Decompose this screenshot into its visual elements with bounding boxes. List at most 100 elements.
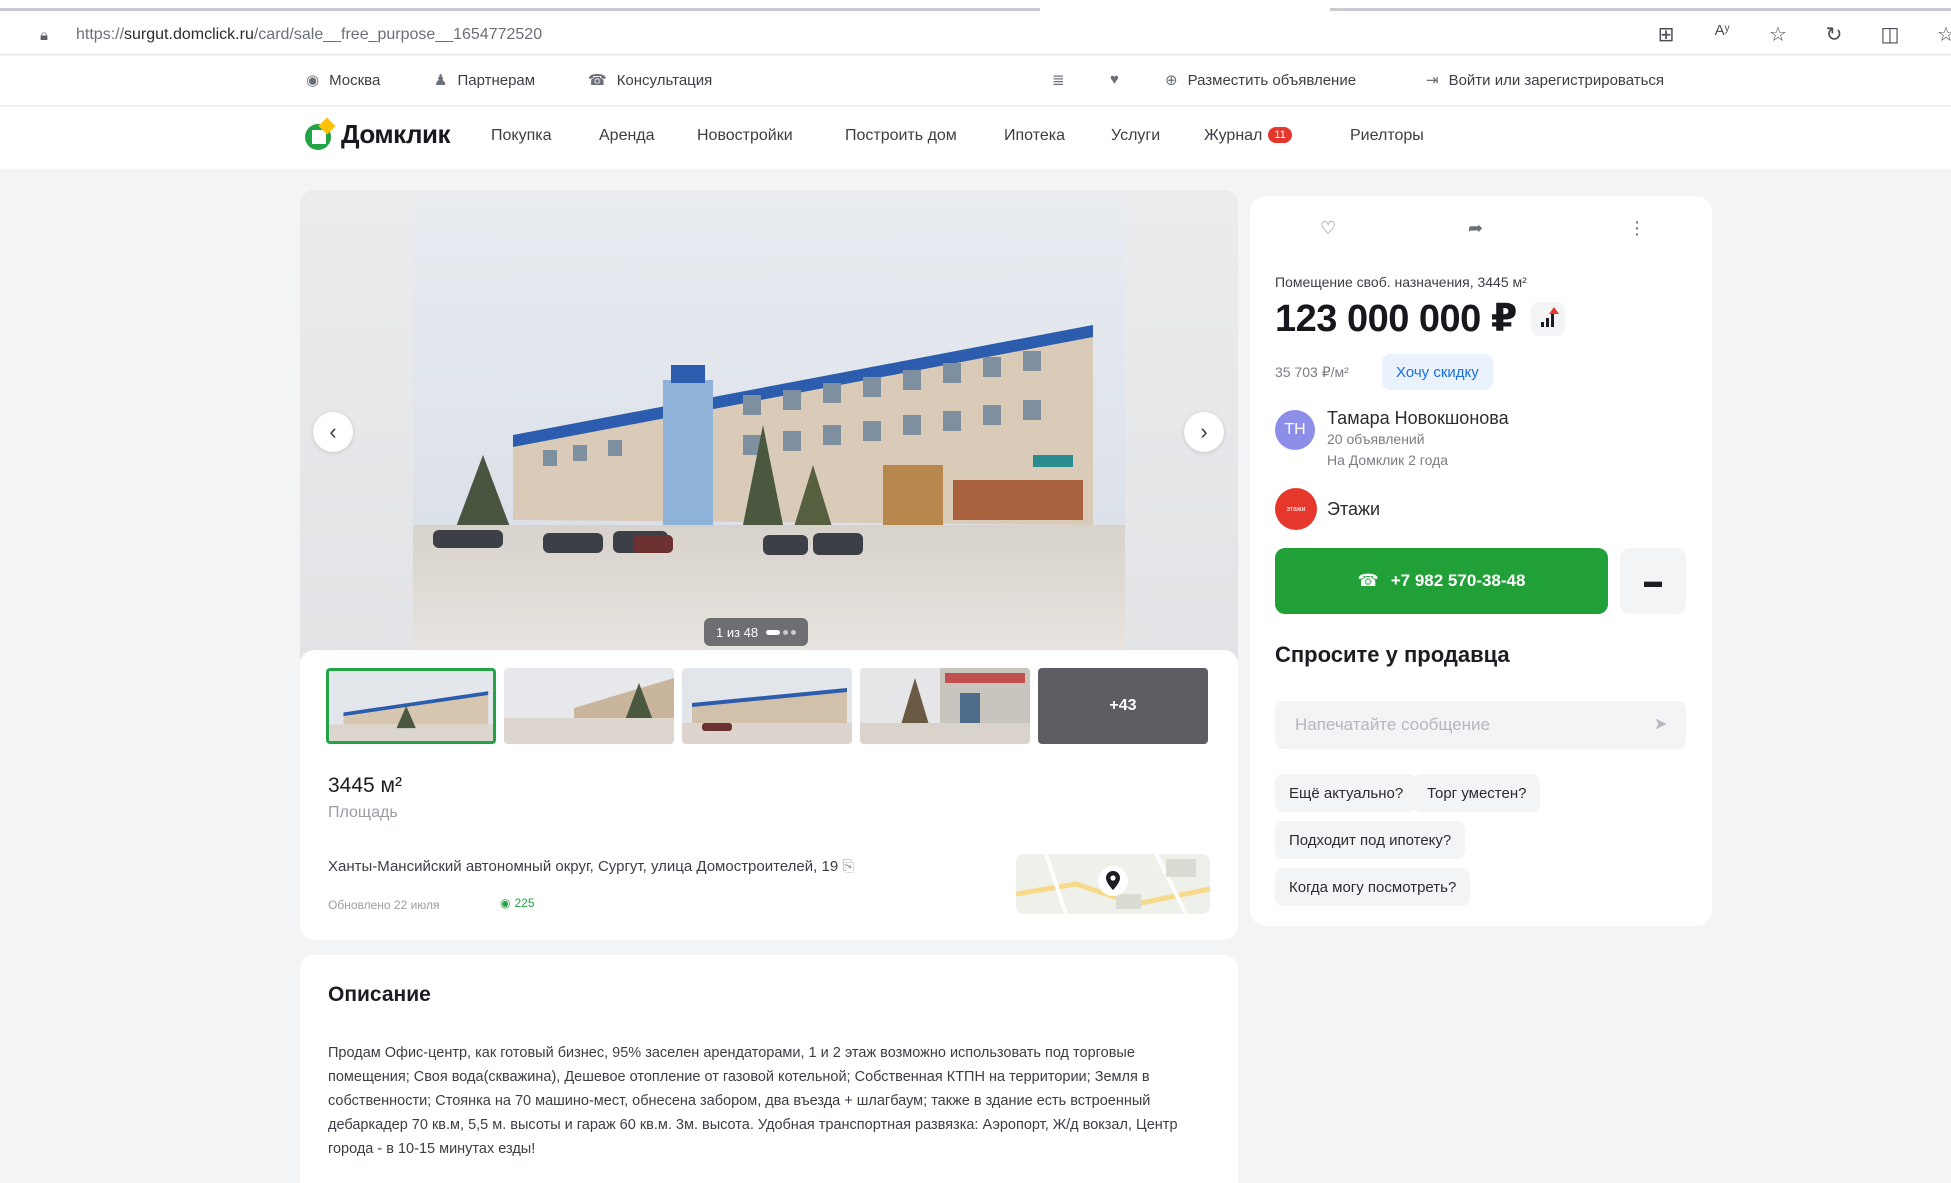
post-ad-link[interactable]: ⊕ Разместить объявление <box>1165 71 1357 90</box>
agent-name: Тамара Новокшонова <box>1327 408 1509 428</box>
quick-question-chip[interactable]: Когда могу посмотреть? <box>1275 868 1471 906</box>
site-logo[interactable]: Домклик <box>305 117 450 150</box>
compare-button[interactable]: ≣ <box>1052 71 1065 89</box>
journal-badge: 11 <box>1268 127 1292 143</box>
phone-icon: ☎ <box>1357 571 1379 590</box>
heart-icon: ♥ <box>1110 71 1119 88</box>
nav-item-journal[interactable]: Журнал 11 <box>1204 127 1292 145</box>
price-per-m2: 35 703 ₽/м² <box>1275 364 1349 380</box>
nav-item-rent[interactable]: Аренда <box>599 127 655 145</box>
send-icon[interactable]: ➤ <box>1654 714 1667 734</box>
price-value: 123 000 000 ₽ <box>1275 298 1517 340</box>
nav-item-buy[interactable]: Покупка <box>491 127 552 145</box>
description-title: Описание <box>328 983 431 1006</box>
agent-since: На Домклик 2 года <box>1327 452 1449 468</box>
thumbnail[interactable] <box>682 668 852 744</box>
agent-ads-count: 20 объявлений <box>1327 431 1425 447</box>
main-photo[interactable] <box>413 195 1125 650</box>
photo-dots <box>766 629 797 635</box>
post-ad-label: Разместить объявление <box>1187 71 1357 89</box>
logo-icon <box>305 117 336 150</box>
browser-icons: ⊞ Aʸ ☆ ↻ ◫ ☆ <box>1655 22 1951 47</box>
card-actions: ♡ ➦ ⋮ <box>1250 218 1712 242</box>
description-card: Описание Продам Офис-центр, как готовый … <box>300 955 1238 1183</box>
call-button[interactable]: ☎ +7 982 570-38-48 <box>1275 548 1608 614</box>
message-input[interactable] <box>1275 701 1686 749</box>
nav-item-new-buildings[interactable]: Новостройки <box>697 127 793 145</box>
agent-info[interactable]: ТН Тамара Новокшонова 20 объявлений На Д… <box>1275 408 1509 471</box>
thumbnail[interactable] <box>326 668 496 744</box>
favorites-icon[interactable]: ☆ <box>1935 22 1951 47</box>
views-value: 225 <box>514 896 535 910</box>
thumbnail[interactable] <box>860 668 1030 744</box>
agency-name: Этажи <box>1327 498 1381 519</box>
city-label: Москва <box>329 71 381 89</box>
nav-item-realtors[interactable]: Риелторы <box>1350 127 1424 145</box>
more-photos-label: +43 <box>1109 697 1137 714</box>
photo-counter-label: 1 из 48 <box>716 624 759 640</box>
chevron-left-icon: ‹ <box>329 419 337 444</box>
more-vertical-icon[interactable]: ⋮ <box>1628 218 1646 239</box>
mini-map[interactable] <box>1016 854 1210 914</box>
price: 123 000 000 ₽ <box>1275 296 1565 341</box>
nav-item-services[interactable]: Услуги <box>1111 127 1160 145</box>
main-nav: Домклик Покупка Аренда Новостройки Постр… <box>0 107 1951 169</box>
quick-question-chip[interactable]: Торг уместен? <box>1413 774 1541 812</box>
area-value: 3445 м² <box>328 774 402 797</box>
updated-date: Обновлено 22 июля <box>328 898 440 912</box>
prev-photo-button[interactable]: ‹ <box>313 412 353 452</box>
consult-link[interactable]: ☎ Консультация <box>588 71 713 90</box>
property-type: Помещение своб. назначения, 3445 м² <box>1275 274 1527 290</box>
chevron-right-icon: › <box>1200 419 1208 444</box>
split-screen-icon[interactable]: ◫ <box>1879 22 1901 47</box>
person-icon: ♟ <box>434 72 448 89</box>
lock-icon: 🔒︎ <box>40 26 48 44</box>
top-strip: ◉ Москва ♟ Партнерам ☎ Консультация ≣ ♥ … <box>0 56 1951 106</box>
nav-item-build-house[interactable]: Построить дом <box>845 127 957 145</box>
phone-number: +7 982 570-38-48 <box>1390 571 1526 590</box>
quick-question-chip[interactable]: Подходит под ипотеку? <box>1275 821 1466 859</box>
heart-outline-icon[interactable]: ♡ <box>1320 218 1336 239</box>
price-history-icon[interactable] <box>1530 301 1565 336</box>
price-sidebar: ♡ ➦ ⋮ Помещение своб. назначения, 3445 м… <box>1250 196 1712 926</box>
address: Ханты-Мансийский автономный округ, Сургу… <box>328 858 854 875</box>
chat-icon: ▬ <box>1644 570 1662 591</box>
thumbnail-strip: +43 <box>326 668 1208 744</box>
favorites-button[interactable]: ♥ <box>1110 71 1119 88</box>
phone-icon: ☎ <box>588 72 607 89</box>
want-discount-button[interactable]: Хочу скидку <box>1382 354 1493 390</box>
city-selector[interactable]: ◉ Москва <box>306 71 381 90</box>
login-icon: ⇥ <box>1426 72 1439 89</box>
partners-label: Партнерам <box>457 71 536 89</box>
favorite-icon[interactable]: ☆ <box>1767 22 1789 47</box>
read-aloud-icon[interactable]: Aʸ <box>1711 22 1733 47</box>
plus-circle-icon: ⊕ <box>1165 72 1178 89</box>
compare-icon: ≣ <box>1052 72 1065 89</box>
copy-icon[interactable]: ⎘ <box>842 858 854 875</box>
area-label: Площадь <box>328 804 398 821</box>
apps-icon[interactable]: ⊞ <box>1655 22 1677 47</box>
eye-icon: ◉ <box>500 896 511 910</box>
tab-strip <box>0 8 1951 11</box>
nav-item-mortgage[interactable]: Ипотека <box>1004 127 1065 145</box>
photo-counter: 1 из 48 <box>704 618 809 646</box>
login-label: Войти или зарегистрироваться <box>1448 71 1665 89</box>
quick-question-chip[interactable]: Ещё актуально? <box>1275 774 1418 812</box>
chat-button[interactable]: ▬ <box>1620 548 1686 614</box>
avatar: ТН <box>1275 410 1315 450</box>
location-pin-icon: ◉ <box>306 72 320 89</box>
description-text: Продам Офис-центр, как готовый бизнес, 9… <box>328 1045 1178 1157</box>
thumbnail[interactable] <box>504 668 674 744</box>
share-icon[interactable]: ➦ <box>1468 218 1483 239</box>
refresh-icon[interactable]: ↻ <box>1823 22 1845 47</box>
consult-label: Консультация <box>616 71 713 89</box>
agency-logo: этажи <box>1275 488 1317 530</box>
listing-info-card: +43 3445 м² Площадь Ханты-Мансийский авт… <box>300 650 1238 940</box>
agency-info[interactable]: этажи Этажи <box>1275 488 1380 530</box>
partners-link[interactable]: ♟ Партнерам <box>434 71 536 90</box>
more-photos-button[interactable]: +43 <box>1038 668 1208 744</box>
login-link[interactable]: ⇥ Войти или зарегистрироваться <box>1426 71 1665 90</box>
browser-toolbar: 🔒︎ https://surgut.domclick.ru/card/sale_… <box>0 0 1951 55</box>
next-photo-button[interactable]: › <box>1184 412 1224 452</box>
url-text[interactable]: https://surgut.domclick.ru/card/sale__fr… <box>76 26 542 44</box>
